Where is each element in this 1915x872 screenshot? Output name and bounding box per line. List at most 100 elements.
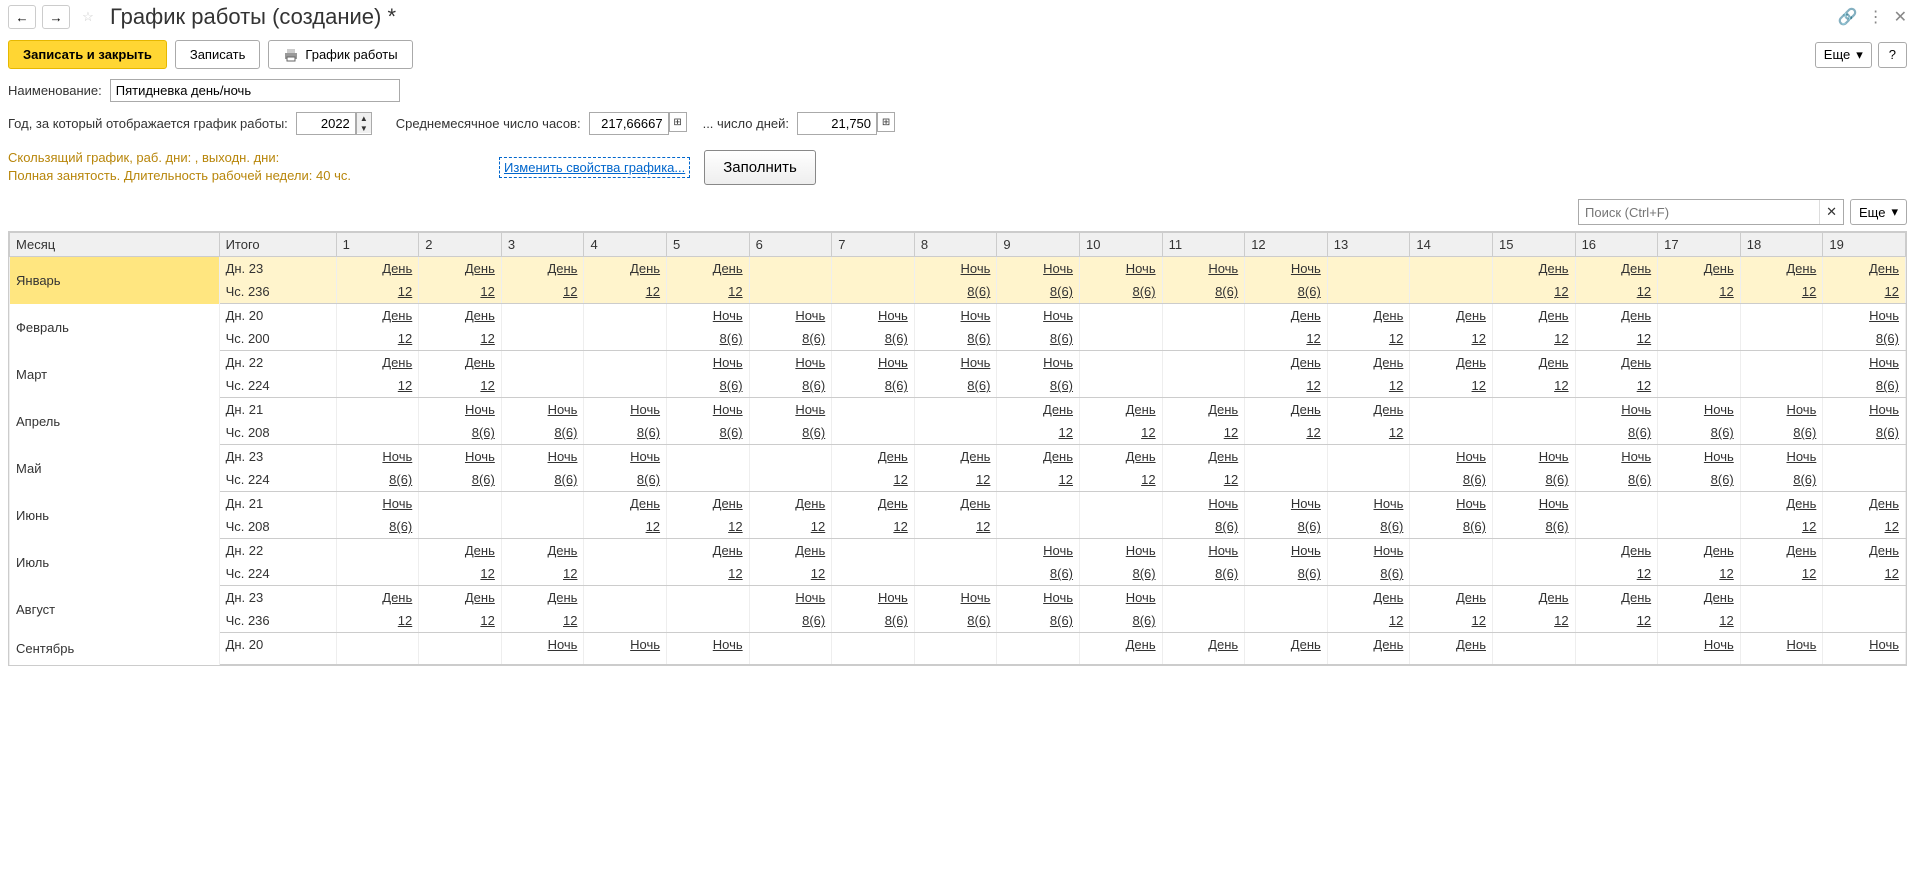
day-hours-cell[interactable] xyxy=(1080,656,1163,665)
grid-header[interactable]: 8 xyxy=(914,233,997,257)
fill-button[interactable]: Заполнить xyxy=(704,150,816,185)
day-hours-cell[interactable] xyxy=(1740,374,1823,398)
day-type-cell[interactable]: День xyxy=(1658,257,1741,281)
day-hours-cell[interactable]: 8(6) xyxy=(1740,421,1823,445)
grid-header[interactable]: 5 xyxy=(667,233,750,257)
day-type-cell[interactable] xyxy=(336,633,419,657)
day-hours-cell[interactable] xyxy=(1327,656,1410,665)
grid-header[interactable]: 3 xyxy=(501,233,584,257)
day-hours-cell[interactable] xyxy=(501,515,584,539)
clear-search-icon[interactable]: ✕ xyxy=(1819,200,1843,224)
day-hours-cell[interactable] xyxy=(1327,468,1410,492)
day-hours-cell[interactable]: 8(6) xyxy=(1245,280,1328,304)
day-type-cell[interactable] xyxy=(1492,539,1575,563)
day-type-cell[interactable]: День xyxy=(1658,586,1741,610)
spin-down-icon[interactable]: ▼ xyxy=(357,123,371,133)
day-type-cell[interactable] xyxy=(501,492,584,516)
day-type-cell[interactable]: День xyxy=(667,257,750,281)
day-hours-cell[interactable]: 8(6) xyxy=(1245,562,1328,586)
grid-header[interactable]: 6 xyxy=(749,233,832,257)
day-type-cell[interactable] xyxy=(501,351,584,375)
day-type-cell[interactable] xyxy=(584,351,667,375)
day-hours-cell[interactable]: 8(6) xyxy=(584,468,667,492)
day-hours-cell[interactable]: 12 xyxy=(584,280,667,304)
month-cell[interactable]: Август xyxy=(10,586,220,633)
day-hours-cell[interactable]: 12 xyxy=(584,515,667,539)
month-cell[interactable]: Февраль xyxy=(10,304,220,351)
day-hours-cell[interactable]: 12 xyxy=(1245,421,1328,445)
day-hours-cell[interactable]: 8(6) xyxy=(1327,562,1410,586)
day-hours-cell[interactable]: 12 xyxy=(997,468,1080,492)
day-hours-cell[interactable] xyxy=(1658,327,1741,351)
back-button[interactable]: ← xyxy=(8,5,36,29)
day-type-cell[interactable]: Ночь xyxy=(1410,492,1493,516)
day-hours-cell[interactable]: 8(6) xyxy=(832,374,915,398)
day-type-cell[interactable]: День xyxy=(667,492,750,516)
day-hours-cell[interactable] xyxy=(336,656,419,665)
month-cell[interactable]: Апрель xyxy=(10,398,220,445)
day-hours-cell[interactable] xyxy=(1327,280,1410,304)
day-type-cell[interactable]: День xyxy=(1575,351,1658,375)
day-hours-cell[interactable] xyxy=(1492,562,1575,586)
grid-header[interactable]: 13 xyxy=(1327,233,1410,257)
day-type-cell[interactable]: Ночь xyxy=(1823,398,1906,422)
day-hours-cell[interactable]: 12 xyxy=(1575,280,1658,304)
day-hours-cell[interactable]: 12 xyxy=(1410,609,1493,633)
day-hours-cell[interactable]: 8(6) xyxy=(997,374,1080,398)
day-type-cell[interactable]: Ночь xyxy=(997,539,1080,563)
day-type-cell[interactable]: День xyxy=(1740,257,1823,281)
day-type-cell[interactable]: День xyxy=(832,445,915,469)
day-hours-cell[interactable] xyxy=(584,656,667,665)
day-hours-cell[interactable]: 12 xyxy=(1245,374,1328,398)
day-type-cell[interactable]: День xyxy=(1245,304,1328,328)
day-type-cell[interactable]: День xyxy=(1658,539,1741,563)
day-type-cell[interactable]: День xyxy=(749,492,832,516)
day-hours-cell[interactable] xyxy=(584,609,667,633)
day-type-cell[interactable]: Ночь xyxy=(1492,492,1575,516)
day-type-cell[interactable]: Ночь xyxy=(1492,445,1575,469)
search-input[interactable] xyxy=(1579,200,1819,224)
day-type-cell[interactable]: День xyxy=(419,257,502,281)
month-cell[interactable]: Январь xyxy=(10,257,220,304)
day-hours-cell[interactable] xyxy=(584,327,667,351)
day-type-cell[interactable]: Ночь xyxy=(1245,257,1328,281)
day-hours-cell[interactable]: 12 xyxy=(1575,562,1658,586)
change-props-link[interactable]: Изменить свойства графика... xyxy=(499,157,690,178)
day-hours-cell[interactable]: 12 xyxy=(1575,327,1658,351)
day-hours-cell[interactable]: 12 xyxy=(1575,609,1658,633)
day-hours-cell[interactable] xyxy=(1410,280,1493,304)
day-hours-cell[interactable]: 12 xyxy=(1823,515,1906,539)
avg-hours-input[interactable] xyxy=(589,112,669,135)
day-type-cell[interactable]: Ночь xyxy=(1740,398,1823,422)
day-type-cell[interactable]: День xyxy=(501,257,584,281)
day-hours-cell[interactable]: 8(6) xyxy=(1410,468,1493,492)
day-type-cell[interactable]: День xyxy=(1245,398,1328,422)
day-hours-cell[interactable]: 8(6) xyxy=(419,468,502,492)
day-type-cell[interactable]: День xyxy=(1410,633,1493,657)
day-type-cell[interactable] xyxy=(1492,398,1575,422)
name-input[interactable] xyxy=(110,79,400,102)
day-hours-cell[interactable]: 8(6) xyxy=(997,562,1080,586)
day-hours-cell[interactable] xyxy=(914,562,997,586)
day-type-cell[interactable]: День xyxy=(1492,304,1575,328)
day-type-cell[interactable]: Ночь xyxy=(832,586,915,610)
day-type-cell[interactable]: День xyxy=(1823,492,1906,516)
day-type-cell[interactable] xyxy=(584,304,667,328)
day-type-cell[interactable]: День xyxy=(419,586,502,610)
day-hours-cell[interactable] xyxy=(997,656,1080,665)
day-type-cell[interactable]: День xyxy=(1492,257,1575,281)
day-hours-cell[interactable]: 12 xyxy=(1740,280,1823,304)
grid-header[interactable]: 7 xyxy=(832,233,915,257)
day-hours-cell[interactable]: 12 xyxy=(1245,327,1328,351)
day-type-cell[interactable] xyxy=(1492,633,1575,657)
day-type-cell[interactable] xyxy=(1162,304,1245,328)
day-hours-cell[interactable]: 8(6) xyxy=(749,327,832,351)
day-hours-cell[interactable]: 8(6) xyxy=(1575,421,1658,445)
day-hours-cell[interactable]: 12 xyxy=(501,562,584,586)
day-hours-cell[interactable]: 8(6) xyxy=(1327,515,1410,539)
day-hours-cell[interactable]: 12 xyxy=(1823,280,1906,304)
day-type-cell[interactable]: Ночь xyxy=(1162,257,1245,281)
day-type-cell[interactable]: День xyxy=(1327,351,1410,375)
day-hours-cell[interactable]: 12 xyxy=(667,515,750,539)
save-button[interactable]: Записать xyxy=(175,40,261,69)
